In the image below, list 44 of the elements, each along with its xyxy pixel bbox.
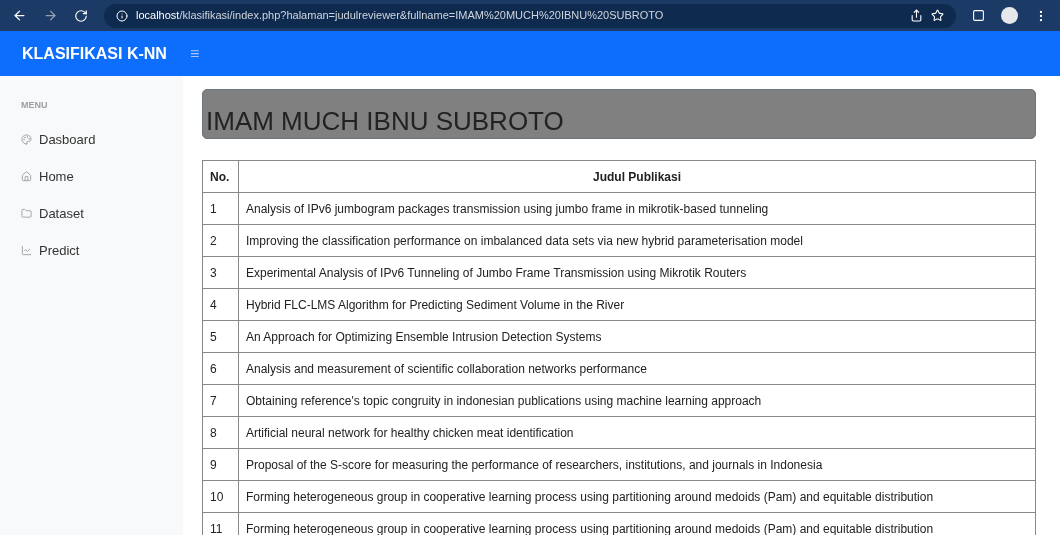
sidebar-item[interactable]: Home <box>21 167 183 186</box>
sidebar-item[interactable]: Dasboard <box>21 130 183 149</box>
table-cell: An Approach for Optimizing Ensemble Intrusion Detection Systems <box>238 320 1036 353</box>
profile-avatar[interactable] <box>1001 7 1018 24</box>
home-icon <box>21 171 32 182</box>
back-icon[interactable] <box>12 8 27 23</box>
table-cell: Forming heterogeneous group in cooperative learning process using partitioning around medoids (Pam) and equitable distribution <box>238 480 1036 513</box>
table-cell: 11 <box>202 512 239 535</box>
table-cell: 2 <box>202 224 239 257</box>
table-cell: 8 <box>202 416 239 449</box>
table-cell: 3 <box>202 256 239 289</box>
page-title: IMAM MUCH IBNU SUBROTO <box>206 108 564 134</box>
chart-icon <box>21 245 32 256</box>
table-cell: 1 <box>202 192 239 225</box>
reload-icon[interactable] <box>74 8 88 23</box>
table-cell: Analysis and measurement of scientific collaboration networks performance <box>238 352 1036 385</box>
share-icon[interactable] <box>910 9 923 22</box>
menu-heading: MENU <box>21 99 49 112</box>
table-cell: Improving the classification performance on imbalanced data sets via new hybrid parameterisation model <box>238 224 1036 257</box>
table-cell: Hybrid FLC-LMS Algorithm for Predicting Sediment Volume in the River <box>238 288 1036 321</box>
column-header: No. <box>202 160 239 193</box>
address-bar[interactable]: localhost/klasifikasi/index.php?halaman=judulreviewer&fullname=IMAM%20MUCH%20IBNU%20SUBROTO <box>104 3 956 28</box>
table-cell: Experimental Analysis of IPv6 Tunneling of Jumbo Frame Transmission using Mikrotik Routers <box>238 256 1036 289</box>
folder-icon <box>21 208 32 219</box>
table-cell: Obtaining reference's topic congruity in indonesian publications using machine learning approach <box>238 384 1036 417</box>
table-cell: Proposal of the S-score for measuring the performance of researchers, institutions, and journals in Indonesia <box>238 448 1036 481</box>
table-cell: 6 <box>202 352 239 385</box>
table-cell: 7 <box>202 384 239 417</box>
side-panel-icon[interactable] <box>972 9 985 22</box>
sidebar-item[interactable]: Dataset <box>21 204 183 223</box>
sidebar-item[interactable]: Predict <box>21 241 183 260</box>
table-cell: 10 <box>202 480 239 513</box>
info-icon[interactable] <box>116 9 128 22</box>
table-cell: 9 <box>202 448 239 481</box>
column-header: Judul Publikasi <box>238 160 1036 193</box>
brand-title: KLASIFIKASI K-NN <box>21 43 168 64</box>
table-cell: 4 <box>202 288 239 321</box>
table-cell: Artificial neural network for healthy chicken meat identification <box>238 416 1036 449</box>
palette-icon <box>21 134 32 145</box>
url-text: localhost/klasifikasi/index.php?halaman=judulreviewer&fullname=IMAM%20MUCH%20IBNU%20SUBROTO <box>136 8 664 24</box>
forward-icon[interactable] <box>43 8 58 23</box>
table-cell: 5 <box>202 320 239 353</box>
table-cell: Analysis of IPv6 jumbogram packages transmission using jumbo frame in mikrotik-based tunneling <box>238 192 1036 225</box>
bookmark-star-icon[interactable] <box>931 9 944 22</box>
